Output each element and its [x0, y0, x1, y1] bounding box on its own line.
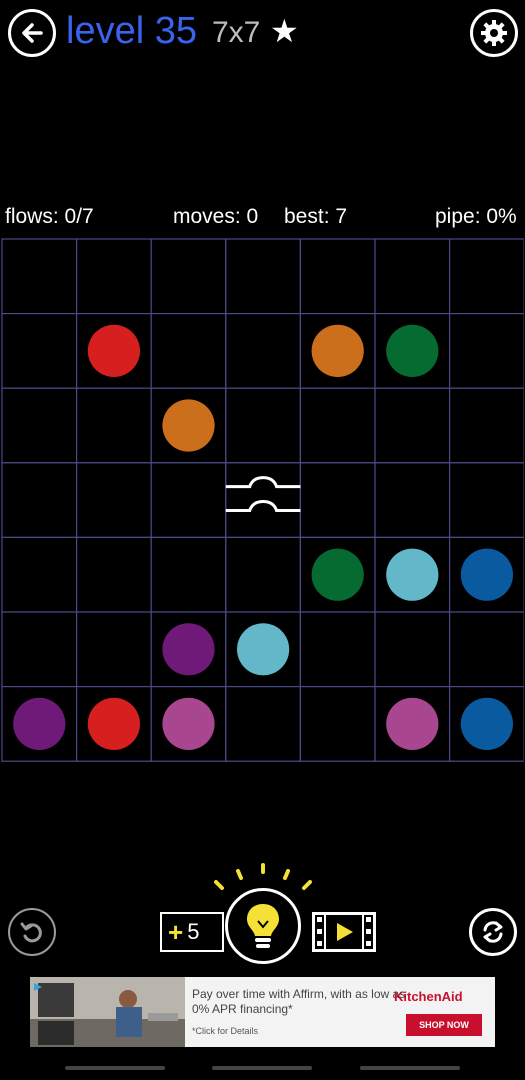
board-cell[interactable]: [299, 611, 376, 688]
board-cell[interactable]: [374, 387, 451, 464]
back-arrow-icon: [22, 23, 43, 43]
ad-fine-print: *Click for Details: [192, 1026, 259, 1036]
board-cell[interactable]: [299, 387, 376, 464]
board-cell[interactable]: [1, 387, 78, 464]
board-size-label: 7x7: [212, 16, 261, 49]
board-cell[interactable]: [225, 686, 302, 762]
board-cell[interactable]: [299, 462, 376, 539]
flow-dot[interactable]: [236, 623, 290, 676]
kitchen-photo-icon: [30, 977, 185, 1047]
ad-shop-now-button[interactable]: SHOP NOW: [406, 1014, 482, 1036]
board-cell[interactable]: [449, 611, 524, 688]
board-cell[interactable]: [150, 536, 227, 613]
board-cell[interactable]: [299, 238, 376, 315]
flow-dot[interactable]: [311, 324, 364, 378]
nav-bar-segment: [212, 1066, 312, 1070]
hint-button[interactable]: [225, 888, 301, 964]
watch-video-button[interactable]: [312, 912, 376, 952]
back-button[interactable]: [8, 9, 56, 57]
flow-dot[interactable]: [460, 548, 514, 601]
restart-button[interactable]: [469, 908, 517, 956]
flow-dot[interactable]: [162, 697, 215, 751]
flow-dot[interactable]: [460, 697, 514, 751]
star-icon: ★: [270, 13, 299, 49]
board-cell[interactable]: [374, 611, 451, 688]
board-cell[interactable]: [225, 238, 302, 315]
moves-counter: moves: 0: [173, 205, 259, 228]
board-cell[interactable]: [374, 462, 451, 539]
flow-dot[interactable]: [386, 548, 439, 601]
lightbulb-icon: [247, 904, 279, 948]
flow-dot[interactable]: [87, 324, 141, 378]
board-cell[interactable]: [225, 536, 302, 613]
flows-counter: flows: 0/7: [5, 205, 94, 228]
board-cell[interactable]: [449, 238, 524, 315]
level-title: level 35: [66, 10, 197, 52]
board-cell[interactable]: [299, 686, 376, 762]
flow-dot[interactable]: [386, 697, 439, 751]
board-cell[interactable]: [1, 462, 78, 539]
hints-count-box: + 5: [160, 912, 224, 952]
best-counter: best: 7: [284, 205, 348, 228]
board-cell[interactable]: [75, 462, 152, 539]
game-board[interactable]: [1, 238, 524, 763]
flow-dot[interactable]: [311, 548, 364, 601]
flow-dot[interactable]: [13, 697, 66, 751]
flow-dot[interactable]: [162, 623, 215, 676]
board-cell[interactable]: [1, 536, 78, 613]
ad-photo: [30, 977, 185, 1047]
board-cell[interactable]: [150, 312, 227, 389]
board-cell[interactable]: [225, 387, 302, 464]
refresh-icon: [483, 921, 503, 943]
board-cell[interactable]: [449, 312, 524, 389]
ad-text: Pay over time with Affirm, with as low a…: [192, 987, 406, 1016]
board-cell[interactable]: [75, 536, 152, 613]
ad-banner[interactable]: Pay over time with Affirm, with as low a…: [30, 977, 495, 1047]
undo-icon: [20, 922, 42, 943]
hints-count: 5: [187, 919, 200, 944]
gear-icon: [481, 20, 507, 46]
board-cell[interactable]: [449, 462, 524, 539]
board-cell[interactable]: [75, 611, 152, 688]
ad-brand-logo: KitchenAid: [394, 989, 463, 1004]
flow-dot[interactable]: [87, 697, 141, 751]
board-cell[interactable]: [1, 238, 78, 315]
board-cell[interactable]: [374, 238, 451, 315]
board-cell[interactable]: [150, 238, 227, 315]
flow-dot[interactable]: [162, 399, 215, 452]
nav-bar-segment: [65, 1066, 165, 1070]
board-cell[interactable]: [75, 387, 152, 464]
undo-button[interactable]: [8, 908, 56, 956]
settings-button[interactable]: [470, 9, 518, 57]
board-cell[interactable]: [225, 312, 302, 389]
flow-dot[interactable]: [386, 324, 439, 378]
video-play-icon: [312, 912, 376, 952]
board-cell[interactable]: [150, 462, 227, 539]
plus-icon: +: [168, 916, 184, 947]
nav-bar-segment: [360, 1066, 460, 1070]
board-cell[interactable]: [449, 387, 524, 464]
board-cell[interactable]: [75, 238, 152, 315]
pipe-percentage: pipe: 0%: [435, 205, 517, 228]
board-cell[interactable]: [1, 611, 78, 688]
board-cell[interactable]: [1, 312, 78, 389]
